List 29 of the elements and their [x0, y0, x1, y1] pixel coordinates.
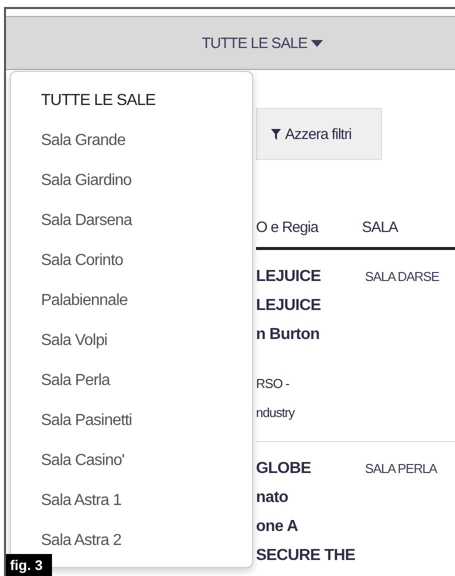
filter-icon: [271, 128, 281, 140]
hall-dropdown[interactable]: TUTTE LE SALE: [202, 34, 324, 52]
film-title: n Burton: [256, 325, 320, 345]
film-title: GLOBE: [256, 459, 312, 479]
menu-item[interactable]: Sala Corinto: [11, 241, 252, 281]
column-header: O e Regia: [256, 218, 320, 236]
menu-item[interactable]: Sala Grande: [11, 121, 252, 161]
section-text: RSO -: [256, 375, 290, 393]
hall-cell-text: SALA PERLA: [365, 461, 437, 478]
section-text: ndustry: [256, 404, 296, 422]
film-title: LEJUICE: [256, 296, 322, 316]
film-title: LEJUICE: [256, 267, 322, 287]
column-header: SALA: [362, 218, 400, 236]
menu-item[interactable]: Sala Giardino: [11, 161, 252, 201]
film-title: one A: [256, 517, 299, 537]
hall-cell-text: SALA DARSE: [365, 269, 439, 286]
figure-label: fig. 3: [6, 554, 52, 576]
menu-item[interactable]: Sala Casino': [11, 441, 252, 481]
menu-item[interactable]: Palabiennale: [11, 281, 252, 321]
menu-item[interactable]: Sala Pasinetti: [11, 401, 252, 441]
menu-item[interactable]: Sala Perla: [11, 361, 252, 401]
reset-filters-button[interactable]: Azzera filtri: [256, 108, 382, 160]
film-title: SECURE THE: [256, 546, 356, 566]
menu-item[interactable]: Sala Astra 1: [11, 481, 252, 521]
menu-item[interactable]: Sala Volpi: [11, 321, 252, 361]
menu-item[interactable]: TUTTE LE SALE: [11, 81, 252, 121]
film-title: nato: [256, 488, 290, 508]
menu-item[interactable]: Sala Darsena: [11, 201, 252, 241]
caret-icon: [311, 40, 324, 46]
